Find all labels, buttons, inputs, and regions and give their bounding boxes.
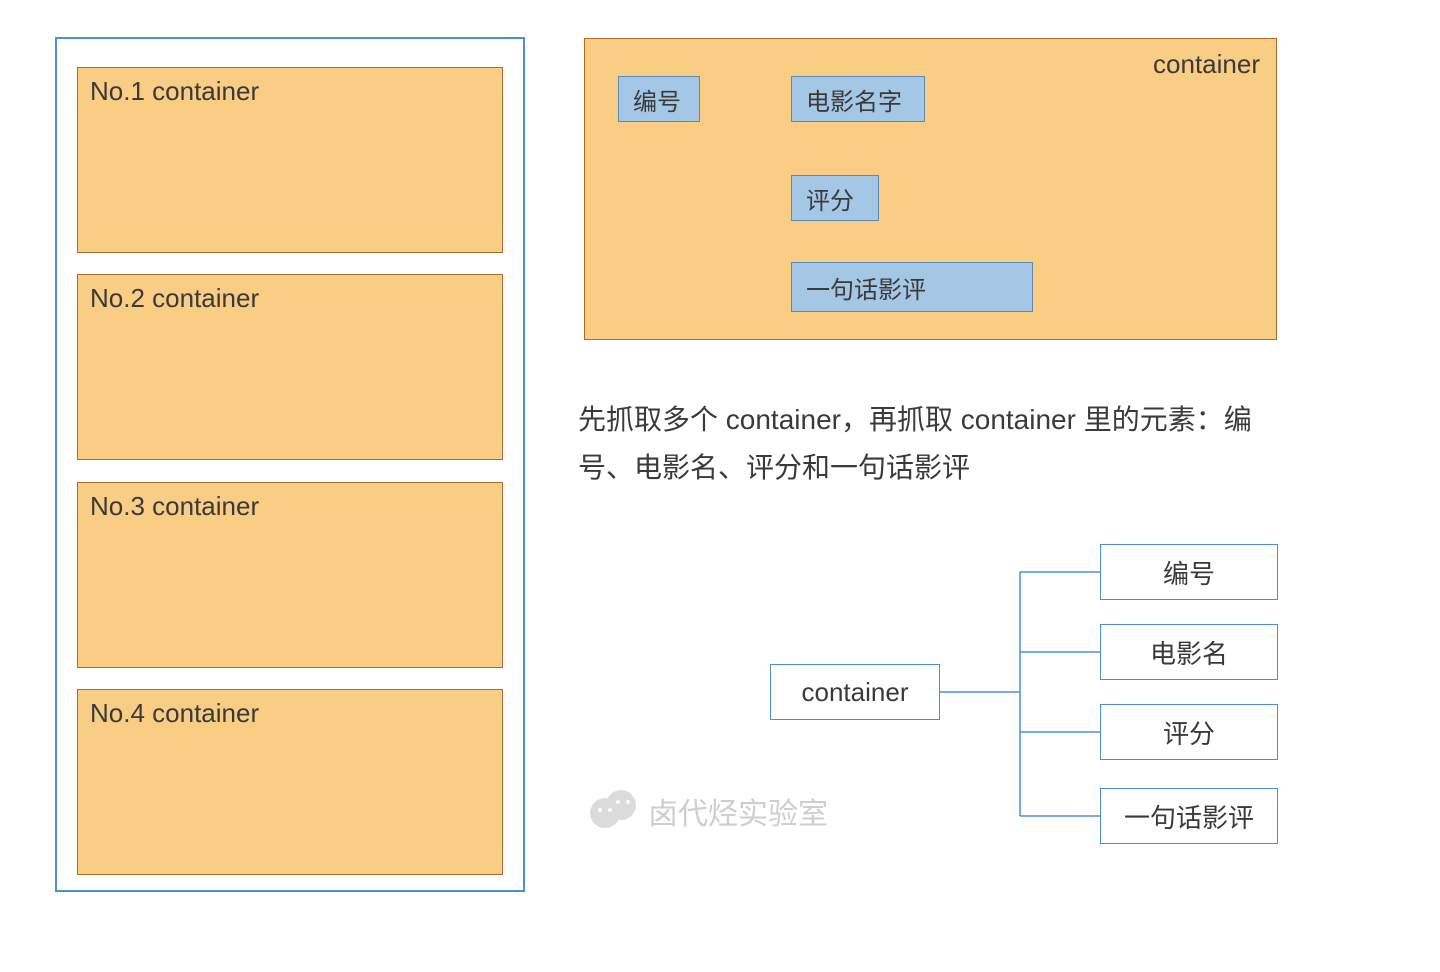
watermark-text: 卤代烃实验室 [648, 789, 828, 833]
container-item-label: No.3 container [90, 491, 259, 521]
container-detail-label: container [1153, 49, 1260, 80]
watermark: 卤代烃实验室 [590, 788, 828, 834]
container-item-label: No.1 container [90, 76, 259, 106]
field-chip-id: 编号 [618, 76, 700, 122]
container-item-label: No.2 container [90, 283, 259, 313]
tree-root: container [770, 664, 940, 720]
container-item-label: No.4 container [90, 698, 259, 728]
field-chip-review: 一句话影评 [791, 262, 1033, 312]
container-list-panel: No.1 container No.2 container No.3 conta… [55, 37, 525, 892]
tree-diagram: container 编号 电影名 评分 一句话影评 [770, 538, 1310, 858]
tree-child-name: 电影名 [1100, 624, 1278, 680]
container-item-1: No.1 container [77, 67, 503, 253]
container-item-3: No.3 container [77, 482, 503, 668]
container-detail-panel: container 编号 电影名字 评分 一句话影评 [584, 38, 1277, 340]
tree-child-id: 编号 [1100, 544, 1278, 600]
container-item-4: No.4 container [77, 689, 503, 875]
field-chip-rating: 评分 [791, 175, 879, 221]
container-item-2: No.2 container [77, 274, 503, 460]
tree-child-rating: 评分 [1100, 704, 1278, 760]
tree-child-review: 一句话影评 [1100, 788, 1278, 844]
description-text: 先抓取多个 container，再抓取 container 里的元素：编号、电影… [578, 396, 1288, 492]
field-chip-name: 电影名字 [791, 76, 925, 122]
wechat-icon [590, 788, 636, 834]
